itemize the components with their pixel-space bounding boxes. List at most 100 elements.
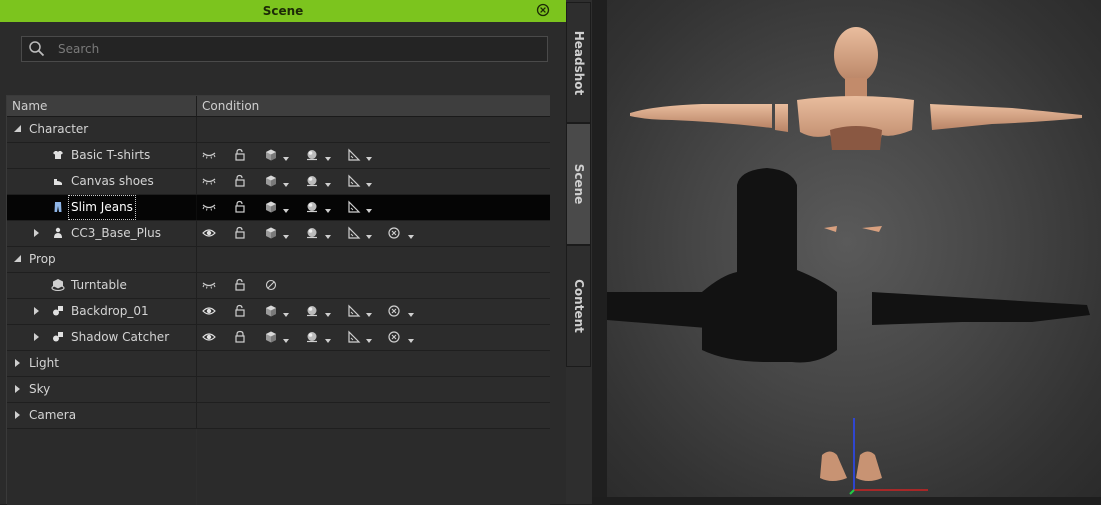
disabled-icon[interactable] (264, 278, 278, 292)
unlocked-icon[interactable] (233, 148, 247, 162)
hidden-eye-icon[interactable] (202, 148, 216, 162)
row-divider (196, 377, 197, 402)
chevron-down-icon[interactable] (325, 183, 331, 187)
tab-label: Scene (571, 163, 586, 205)
tree-row-sky[interactable]: Sky (7, 377, 550, 403)
eye-icon[interactable] (202, 330, 216, 344)
chevron-down-icon[interactable] (283, 339, 289, 343)
chevron-down-icon[interactable] (408, 235, 414, 239)
expanded-arrow-icon[interactable] (13, 124, 23, 134)
tree-row-basic-tshirts[interactable]: Basic T-shirts (7, 143, 550, 169)
ruler-angle-icon[interactable] (347, 148, 361, 162)
tree-row-backdrop-01[interactable]: Backdrop_01 (7, 299, 550, 325)
tree-row-label: Shadow Catcher (71, 330, 170, 344)
chevron-down-icon[interactable] (283, 209, 289, 213)
tab-scene[interactable]: Scene (566, 123, 591, 245)
cube-icon[interactable] (264, 330, 278, 344)
hidden-eye-icon[interactable] (202, 278, 216, 292)
chevron-down-icon[interactable] (283, 235, 289, 239)
collapsed-arrow-icon[interactable] (32, 306, 42, 316)
tab-headshot[interactable]: Headshot (566, 2, 591, 123)
column-header-name[interactable]: Name (12, 96, 47, 116)
row-divider (196, 299, 197, 324)
cube-icon[interactable] (264, 174, 278, 188)
collapsed-arrow-icon[interactable] (13, 358, 23, 368)
close-icon[interactable] (536, 3, 550, 17)
scene-tree: Name Condition Character Basic T-shirts (6, 95, 550, 505)
column-divider[interactable] (196, 96, 197, 116)
circle-x-icon[interactable] (387, 226, 401, 240)
tree-row-cc3-base-plus[interactable]: CC3_Base_Plus (7, 221, 550, 247)
column-line (196, 429, 197, 505)
material-ball-icon[interactable] (305, 304, 319, 318)
chevron-down-icon[interactable] (366, 313, 372, 317)
ruler-angle-icon[interactable] (347, 330, 361, 344)
unlocked-icon[interactable] (233, 278, 247, 292)
eye-icon[interactable] (202, 226, 216, 240)
title-bar: Scene (0, 0, 566, 22)
chevron-down-icon[interactable] (325, 313, 331, 317)
3d-viewport[interactable] (592, 0, 1101, 504)
chevron-down-icon[interactable] (366, 183, 372, 187)
column-header-condition[interactable]: Condition (202, 96, 259, 116)
material-ball-icon[interactable] (305, 148, 319, 162)
material-ball-icon[interactable] (305, 226, 319, 240)
chevron-down-icon[interactable] (283, 157, 289, 161)
character-shadow (607, 168, 1090, 363)
cube-icon[interactable] (264, 148, 278, 162)
unlocked-icon[interactable] (233, 226, 247, 240)
locked-icon[interactable] (233, 330, 247, 344)
hidden-eye-icon[interactable] (202, 200, 216, 214)
unlocked-icon[interactable] (233, 200, 247, 214)
collapsed-arrow-icon[interactable] (13, 410, 23, 420)
tree-row-camera[interactable]: Camera (7, 403, 550, 429)
chevron-down-icon[interactable] (408, 339, 414, 343)
chevron-down-icon[interactable] (283, 183, 289, 187)
chevron-down-icon[interactable] (283, 313, 289, 317)
unlocked-icon[interactable] (233, 304, 247, 318)
chevron-down-icon[interactable] (366, 157, 372, 161)
chevron-down-icon[interactable] (366, 209, 372, 213)
collapsed-arrow-icon[interactable] (13, 384, 23, 394)
chevron-down-icon[interactable] (366, 235, 372, 239)
search-input[interactable] (58, 39, 528, 59)
unlocked-icon[interactable] (233, 174, 247, 188)
tree-row-turntable[interactable]: Turntable (7, 273, 550, 299)
material-ball-icon[interactable] (305, 174, 319, 188)
tree-row-prop[interactable]: Prop (7, 247, 550, 273)
circle-x-icon[interactable] (387, 330, 401, 344)
collapsed-arrow-icon[interactable] (32, 332, 42, 342)
tree-empty-area[interactable] (7, 429, 550, 505)
circle-x-icon[interactable] (387, 304, 401, 318)
row-divider (196, 273, 197, 298)
ruler-angle-icon[interactable] (347, 174, 361, 188)
material-ball-icon[interactable] (305, 200, 319, 214)
tree-row-slim-jeans[interactable]: Slim Jeans (7, 195, 550, 221)
chevron-down-icon[interactable] (325, 209, 331, 213)
ruler-angle-icon[interactable] (347, 226, 361, 240)
chevron-down-icon[interactable] (325, 235, 331, 239)
expanded-arrow-icon[interactable] (13, 254, 23, 264)
chevron-down-icon[interactable] (325, 339, 331, 343)
ruler-angle-icon[interactable] (347, 200, 361, 214)
tree-row-label: Prop (29, 252, 56, 266)
ruler-angle-icon[interactable] (347, 304, 361, 318)
cube-icon[interactable] (264, 200, 278, 214)
cube-icon[interactable] (264, 226, 278, 240)
collapsed-arrow-icon[interactable] (32, 228, 42, 238)
eye-icon[interactable] (202, 304, 216, 318)
search-box[interactable] (21, 36, 548, 62)
chevron-down-icon[interactable] (408, 313, 414, 317)
tree-row-light[interactable]: Light (7, 351, 550, 377)
shirt-icon (53, 151, 63, 159)
chevron-down-icon[interactable] (366, 339, 372, 343)
tree-row-shadow-catcher[interactable]: Shadow Catcher (7, 325, 550, 351)
tab-content[interactable]: Content (566, 245, 591, 367)
hidden-eye-icon[interactable] (202, 174, 216, 188)
material-ball-icon[interactable] (305, 330, 319, 344)
tab-label: Content (571, 279, 586, 333)
cube-icon[interactable] (264, 304, 278, 318)
tree-row-canvas-shoes[interactable]: Canvas shoes (7, 169, 550, 195)
tree-row-character[interactable]: Character (7, 117, 550, 143)
chevron-down-icon[interactable] (325, 157, 331, 161)
